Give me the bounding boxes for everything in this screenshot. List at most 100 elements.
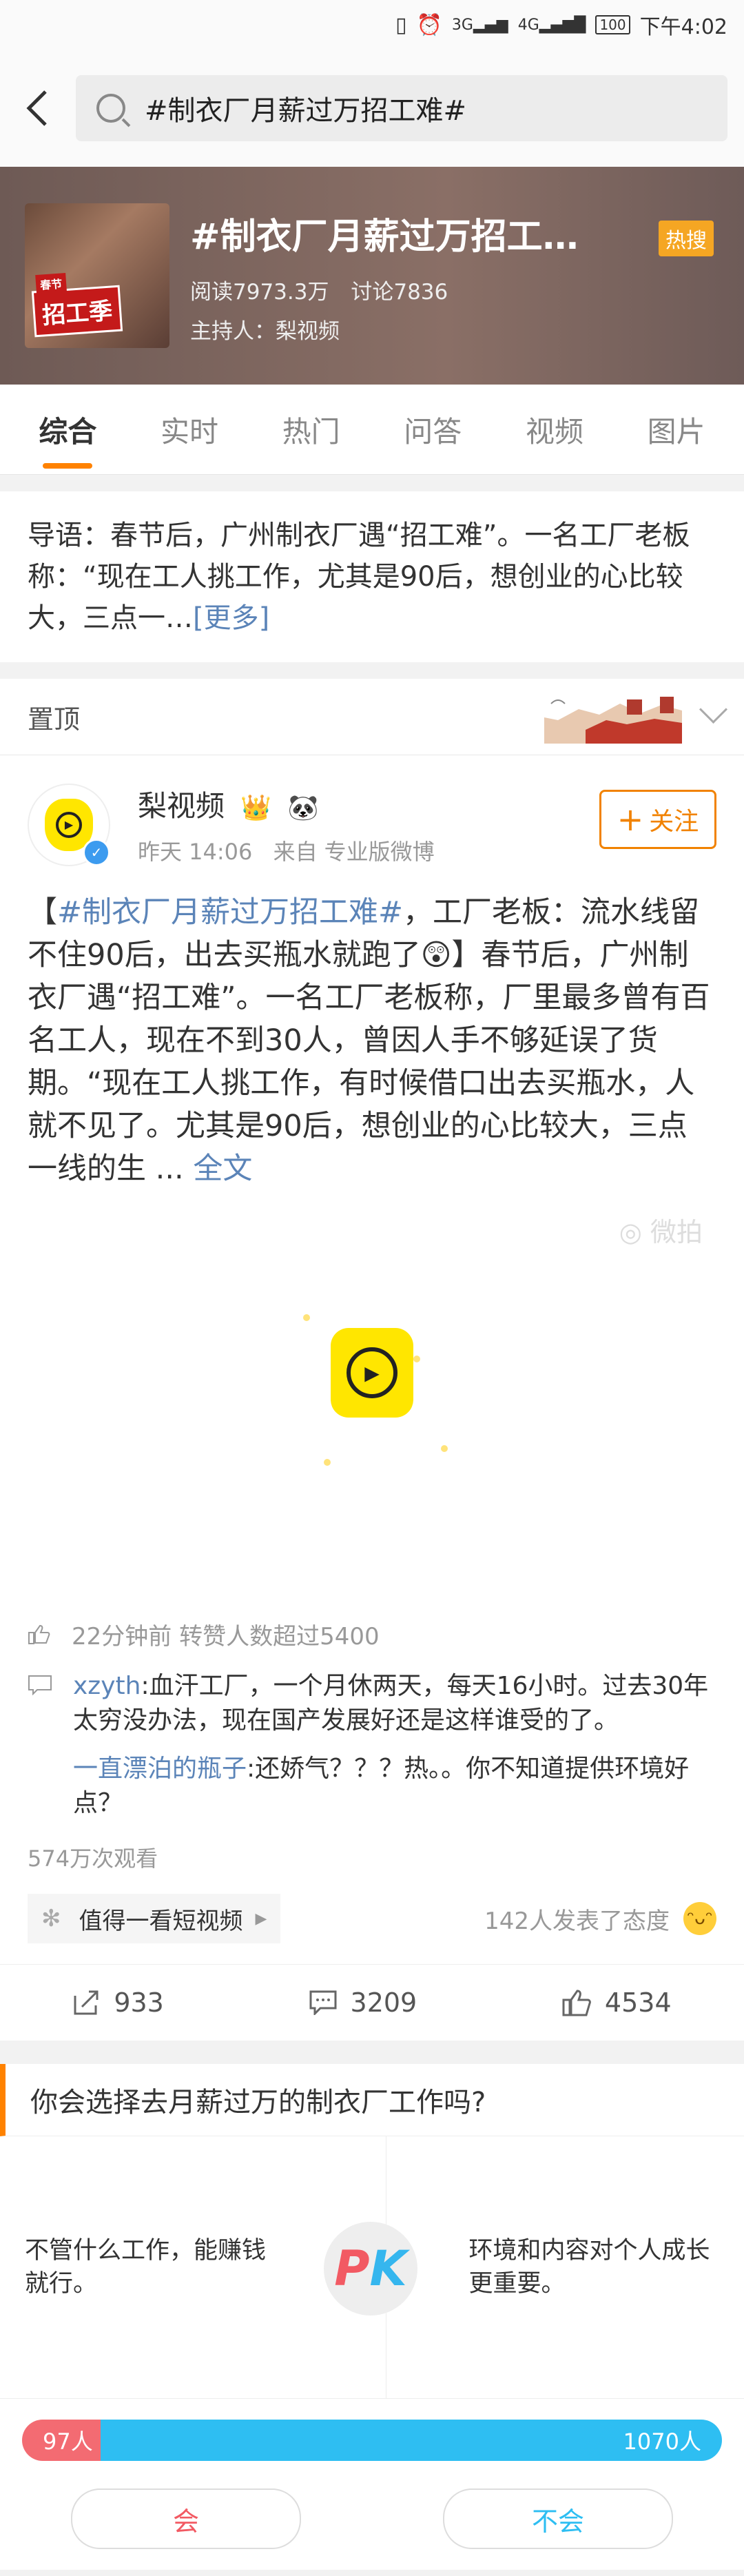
comment-button[interactable]: 3209 — [309, 1987, 417, 2018]
poll-result-left: 97人 — [22, 2420, 101, 2461]
short-video-button[interactable]: ✻ 值得一看短视频 ▶ — [28, 1894, 281, 1943]
poll-option-right[interactable]: 环境和内容对个人成长更重要。 — [386, 2136, 744, 2398]
loading-dot — [413, 1356, 420, 1362]
loading-dot — [441, 1445, 448, 1452]
alarm-icon: ⏰ — [416, 12, 442, 37]
short-video-label: 值得一看短视频 — [79, 1907, 243, 1935]
comment-icon — [309, 1990, 337, 2015]
post-source-prefix: 来自 — [273, 839, 318, 865]
search-input[interactable]: #制衣厂月薪过万招工难# — [76, 75, 727, 141]
share-button[interactable]: 933 — [72, 1987, 164, 2018]
tab-images[interactable]: 图片 — [648, 402, 705, 458]
view-count: 574万次观看 — [28, 1846, 158, 1872]
comment-item[interactable]: 一直漂泊的瓶子:还娇气？？？热。。你不知道提供环境好点？ — [73, 1752, 716, 1821]
topic-host[interactable]: 主持人：梨视频 — [190, 314, 719, 345]
status-bar: ▯ ⏰ 3G▂▄▆ 4G▂▄▆█ 100 下午4:02 — [0, 0, 744, 50]
loading-dot — [303, 1314, 310, 1321]
battery-icon: 100 — [595, 15, 630, 34]
read-count: 阅读7973.3万 — [190, 279, 329, 305]
like-button[interactable]: 4534 — [562, 1987, 672, 2018]
great-wall-decoration-icon — [544, 697, 682, 744]
pk-icon: PK — [324, 2222, 417, 2316]
hot-search-badge: 热搜 — [659, 221, 714, 256]
like-small-icon — [28, 1624, 50, 1644]
tab-qa[interactable]: 问答 — [404, 402, 462, 458]
follow-label: 关注 — [649, 808, 699, 836]
comment-user[interactable]: 一直漂泊的瓶子 — [73, 1755, 247, 1783]
pinned-label: 置顶 — [28, 704, 81, 735]
tab-video[interactable]: 视频 — [526, 402, 583, 458]
thumbnail-tag: 春节 招工季 — [31, 273, 123, 338]
share-count: 933 — [114, 1987, 164, 2018]
poll-card: 你会选择去月薪过万的制衣厂工作吗? 不管什么工作，能赚钱就行。 环境和内容对个人… — [0, 2064, 744, 2570]
tab-hot[interactable]: 热门 — [282, 402, 340, 458]
post-hashtag[interactable]: #制衣厂月薪过万招工难# — [57, 895, 403, 930]
video-player[interactable]: ◎ 微拍 ▶ — [28, 1197, 716, 1611]
weibo-post: ▶ ✓ 梨视频 👑 🐼 昨天 14:06 来自 专业版微博 + 关注 【#制衣厂月… — [0, 755, 744, 1964]
poll-result-bar: 97人 1070人 — [0, 2399, 744, 2461]
intro-more-link[interactable]: [更多] — [193, 602, 269, 634]
pinned-header: 置顶 — [0, 679, 744, 755]
panda-badge-icon: 🐼 — [287, 794, 319, 822]
post-text-open: 【 — [28, 895, 57, 930]
topic-stats: 阅读7973.3万 讨论7836 — [190, 274, 719, 305]
follow-button[interactable]: + 关注 — [599, 790, 716, 849]
avatar[interactable]: ▶ ✓ — [28, 783, 110, 866]
signal-3g-icon: 3G▂▄▆ — [451, 16, 508, 34]
topic-thumbnail[interactable]: 春节 招工季 — [25, 203, 169, 348]
tab-overview[interactable]: 综合 — [39, 402, 96, 469]
attitude-summary[interactable]: 142人发表了态度 ᵔᴗᵔ — [484, 1902, 716, 1936]
caret-right-icon: ▶ — [255, 1910, 267, 1928]
flower-icon: ✻ — [41, 1905, 61, 1932]
chevron-down-icon[interactable] — [699, 695, 728, 724]
verified-badge-icon: ✓ — [83, 838, 110, 866]
poll-question: 你会选择去月薪过万的制衣厂工作吗? — [0, 2064, 744, 2136]
top-bar: #制衣厂月薪过万招工难# — [0, 50, 744, 167]
post-body: ，工厂老板：流水线留不住90后，出去买瓶水就跑了😲】春节后，广州制衣厂遇“招工难… — [28, 895, 710, 1186]
vibrate-icon: ▯ — [395, 12, 407, 37]
post-author: ▶ ✓ 梨视频 👑 🐼 昨天 14:06 来自 专业版微博 + 关注 — [28, 783, 716, 866]
comment-count: 3209 — [350, 1987, 417, 2018]
laugh-emoji-icon: ᵔᴗᵔ — [683, 1902, 716, 1935]
signal-4g-icon: 4G▂▄▆█ — [517, 16, 586, 34]
crown-badge-icon: 👑 — [240, 794, 272, 822]
post-action-bar: 933 3209 4534 — [0, 1964, 744, 2041]
comment-item[interactable]: xzyth:血汗工厂，一个月休两天，每天16小时。过去30年太穷没办法，现在国产… — [28, 1669, 716, 1738]
search-query: #制衣厂月薪过万招工难# — [145, 95, 467, 127]
attitude-text: 142人发表了态度 — [484, 1907, 670, 1935]
search-icon — [96, 94, 125, 123]
vote-no-button[interactable]: 不会 — [443, 2488, 673, 2549]
tab-realtime[interactable]: 实时 — [161, 402, 218, 458]
poll-option-left-text: 不管什么工作，能赚钱就行。 — [25, 2237, 267, 2298]
topic-header: 春节 招工季 #制衣厂月薪过万招工… 阅读7973.3万 讨论7836 主持人：梨… — [0, 167, 744, 385]
post-time: 昨天 14:06 — [138, 839, 253, 865]
discussion-count: 讨论7836 — [351, 279, 448, 305]
poll-result-right: 1070人 — [101, 2420, 722, 2461]
loading-dot — [324, 1459, 331, 1466]
poll-option-right-text: 环境和内容对个人成长更重要。 — [468, 2237, 710, 2298]
topic-title: #制衣厂月薪过万招工… — [190, 216, 579, 258]
post-text: 【#制衣厂月薪过万招工难#，工厂老板：流水线留不住90后，出去买瓶水就跑了😲】春… — [28, 891, 716, 1190]
thumbs-up-icon — [562, 1990, 591, 2016]
comment-small-icon — [28, 1675, 52, 1695]
intro-text: 导语：春节后，广州制衣厂遇“招工难”。一名工厂老板称：“现在工人挑工作，尤其是9… — [28, 520, 690, 634]
post-source[interactable]: 专业版微博 — [324, 839, 435, 865]
video-loading-logo-icon: ▶ — [331, 1328, 413, 1418]
vote-yes-button[interactable]: 会 — [71, 2488, 301, 2549]
full-text-link[interactable]: 全文 — [193, 1152, 252, 1186]
activity-text: 22分钟前 转赞人数超过5400 — [72, 1623, 380, 1650]
topic-intro: 导语：春节后，广州制衣厂遇“招工难”。一名工厂老板称：“现在工人挑工作，尤其是9… — [0, 491, 744, 662]
comment-text: :血汗工厂，一个月休两天，每天16小时。过去30年太穷没办法，现在国产发展好还是… — [73, 1672, 709, 1735]
plus-icon: + — [617, 801, 644, 838]
tab-bar: 综合 实时 热门 问答 视频 图片 — [0, 385, 744, 475]
share-icon — [74, 1990, 99, 2015]
back-arrow-icon — [26, 90, 47, 126]
post-activity: 22分钟前 转赞人数超过5400 — [28, 1617, 716, 1651]
back-button[interactable] — [17, 81, 58, 136]
comment-user[interactable]: xzyth — [73, 1672, 141, 1700]
author-name[interactable]: 梨视频 — [138, 789, 225, 823]
clock: 下午4:02 — [639, 15, 727, 39]
like-count: 4534 — [604, 1987, 672, 2018]
video-watermark: ◎ 微拍 — [619, 1217, 703, 1247]
post-meta: 昨天 14:06 来自 专业版微博 — [138, 835, 448, 866]
